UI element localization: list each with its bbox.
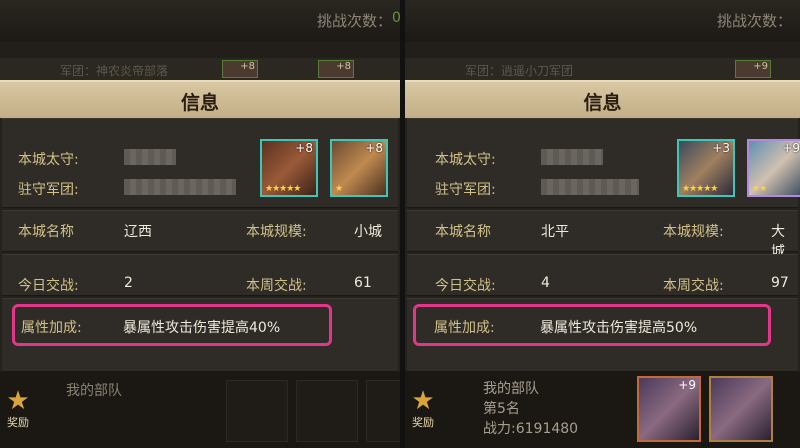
city-scale-value: 小城 <box>354 224 382 240</box>
my-troops-label: 我的部队 <box>483 381 539 397</box>
attribute-bonus-label: 属性加成: <box>434 320 495 336</box>
legion-badge: +9 <box>735 60 771 78</box>
star-icon: ★ <box>335 184 343 194</box>
legion-strip-text: 军团：逍遥小刀军团 <box>465 64 574 78</box>
reward-button[interactable]: ★ 奖励 <box>405 386 445 438</box>
garrison-label: 驻守军团: <box>435 182 496 198</box>
garrison-name-blurred <box>124 179 236 195</box>
week-battles-value: 61 <box>354 275 372 291</box>
hero-level: +9 <box>782 141 800 155</box>
attribute-bonus-label: 属性加成: <box>21 320 82 336</box>
rank-value: 第5名 <box>483 401 520 417</box>
attribute-bonus-value: 暴属性攻击伤害提高50% <box>540 320 698 336</box>
city-scale-label: 本城规模: <box>663 224 724 240</box>
info-title: 信息 <box>583 92 622 114</box>
week-battles-value: 97 <box>771 275 789 291</box>
city-name-value: 北平 <box>541 224 569 240</box>
today-battles-value: 4 <box>541 275 550 291</box>
star-icon: ★ <box>411 386 435 416</box>
star-icon: ★★★★★ <box>265 184 301 194</box>
bottom-bar: ★ 奖励 我的部队 <box>0 372 400 448</box>
info-title: 信息 <box>180 92 219 114</box>
garrison-row: 本城太守: 驻守军团: +3 ★★★★★ +9 ★★ <box>407 118 800 208</box>
power-value: 战力:6191480 <box>483 421 579 437</box>
city-name-label: 本城名称 <box>435 224 491 240</box>
governor-label: 本城太守: <box>18 152 79 168</box>
battle-count-row: 今日交战: 2 本周交战: 61 <box>2 254 398 296</box>
bottom-bar: ★ 奖励 我的部队 第5名 战力:6191480 +9 <box>405 372 800 448</box>
hero-level: +9 <box>678 378 696 392</box>
hero-level: +3 <box>712 141 730 155</box>
legion-badge: +8 <box>222 60 258 78</box>
hero-level: +8 <box>365 141 383 155</box>
battle-count-row: 今日交战: 4 本周交战: 97 <box>407 254 798 296</box>
star-icon: ★★★★★ <box>682 184 718 194</box>
legion-strip: 军团：神农炎帝部落 +8 +8 <box>0 58 400 80</box>
governor-name-blurred <box>124 149 176 165</box>
garrison-name-blurred <box>541 179 639 195</box>
star-icon: ★★ <box>752 184 767 194</box>
city-scale-label: 本城规模: <box>246 224 307 240</box>
attribute-bonus-value: 暴属性攻击伤害提高40% <box>123 320 281 336</box>
today-battles-value: 2 <box>124 275 133 291</box>
city-name-label: 本城名称 <box>18 224 74 240</box>
info-header: 信息 <box>0 80 400 120</box>
today-battles-label: 今日交战: <box>435 278 496 294</box>
top-bar: 挑战次数： <box>405 0 800 42</box>
garrison-label: 驻守军团: <box>18 182 79 198</box>
info-header: 信息 <box>405 80 800 120</box>
legion-strip: 军团：逍遥小刀军团 +9 <box>405 58 800 80</box>
reward-label: 奖励 <box>7 416 29 429</box>
top-bar: 挑战次数：0/5 <box>0 0 400 42</box>
hero-card[interactable]: +8 ★★★★★ <box>260 139 318 197</box>
city-info-panel-right: 挑战次数： 军团：逍遥小刀军团 +9 信息 本城太守: 驻守军团: +3 ★★★… <box>405 0 800 448</box>
legion-strip-text: 军团：神农炎帝部落 <box>60 64 169 78</box>
hero-level: +8 <box>295 141 313 155</box>
challenge-count: 挑战次数： <box>716 12 792 30</box>
legion-badge: +8 <box>318 60 354 78</box>
week-battles-label: 本周交战: <box>246 278 307 294</box>
today-battles-label: 今日交战: <box>18 278 79 294</box>
attribute-bonus-highlight: 属性加成: 暴属性攻击伤害提高50% <box>413 304 771 346</box>
hero-card[interactable]: +3 ★★★★★ <box>677 139 735 197</box>
hero-card[interactable]: +9 ★★ <box>747 139 800 197</box>
attribute-bonus-highlight: 属性加成: 暴属性攻击伤害提高40% <box>12 304 332 346</box>
troop-hero-slot[interactable]: +9 <box>637 376 701 442</box>
troop-hero-slot[interactable] <box>709 376 773 442</box>
city-name-row: 本城名称 北平 本城规模: 大城 <box>407 210 798 260</box>
week-battles-label: 本周交战: <box>663 278 724 294</box>
troop-slot[interactable] <box>366 380 400 442</box>
troop-slot[interactable] <box>226 380 288 442</box>
garrison-row: 本城太守: 驻守军团: +8 ★★★★★ +8 ★ <box>2 118 398 208</box>
hero-card[interactable]: +8 ★ <box>330 139 388 197</box>
star-icon: ★ <box>6 386 30 416</box>
challenge-count: 挑战次数：0/5 <box>316 10 400 30</box>
governor-label: 本城太守: <box>435 152 496 168</box>
governor-name-blurred <box>541 149 603 165</box>
city-name-value: 辽西 <box>124 224 152 240</box>
troop-slot[interactable] <box>296 380 358 442</box>
reward-button[interactable]: ★ 奖励 <box>0 386 40 438</box>
my-troops-label: 我的部队 <box>66 383 122 399</box>
city-name-row: 本城名称 辽西 本城规模: 小城 <box>2 210 398 252</box>
city-info-panel-left: 挑战次数：0/5 军团：神农炎帝部落 +8 +8 信息 本城太守: 驻守军团: … <box>0 0 400 448</box>
reward-label: 奖励 <box>412 416 434 429</box>
